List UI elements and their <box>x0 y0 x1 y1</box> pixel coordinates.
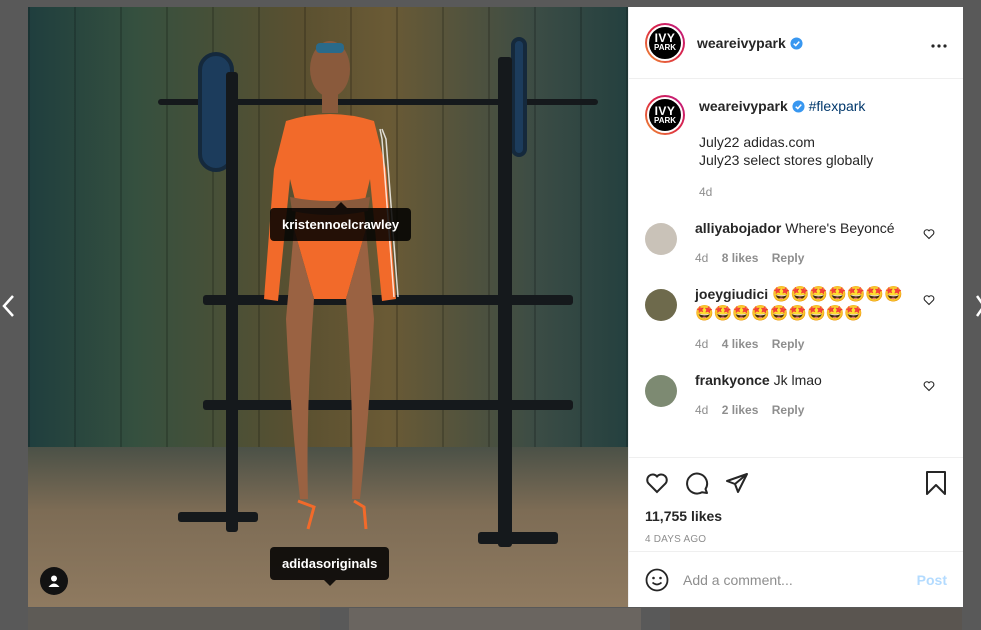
username-text: weareivypark <box>697 34 786 51</box>
emoji-icon <box>645 568 669 591</box>
logo-text: PARK <box>653 43 677 52</box>
rack-base <box>478 532 558 544</box>
comment-like-button[interactable] <box>923 293 935 311</box>
model-figure <box>264 41 399 530</box>
reply-button[interactable]: Reply <box>772 337 805 351</box>
comment-username-link[interactable]: frankyonce <box>695 372 770 388</box>
more-icon <box>931 44 947 48</box>
post-date: 4 DAYS AGO <box>645 534 707 545</box>
heart-icon <box>923 381 935 392</box>
avatar[interactable]: IVY PARK <box>645 22 685 63</box>
comment-likes-link[interactable]: 4 likes <box>722 337 759 351</box>
comment-likes-link[interactable]: 8 likes <box>722 251 759 265</box>
comment-input[interactable] <box>683 571 917 588</box>
username-link[interactable]: weareivypark <box>697 35 803 51</box>
comment-username-link[interactable]: alliyabojador <box>695 220 781 236</box>
background-thumbnail <box>670 608 962 630</box>
comment-timestamp: 4d <box>695 251 709 265</box>
post-modal: kristennoelcrawley adidasoriginals IVY P… <box>28 7 963 607</box>
logo-text: IVY <box>654 103 676 118</box>
photo-tag-kristennoelcrawley[interactable]: kristennoelcrawley <box>270 202 412 241</box>
add-comment-bar: Post <box>629 551 963 607</box>
caption-timestamp: 4d <box>699 185 713 199</box>
share-button[interactable] <box>725 471 749 495</box>
comment-like-button[interactable] <box>923 227 935 245</box>
verified-icon <box>790 36 803 50</box>
comment-icon <box>686 472 709 495</box>
reply-button[interactable]: Reply <box>772 403 805 417</box>
avatar[interactable] <box>645 375 677 407</box>
background-thumbnail <box>349 608 641 630</box>
comment: alliyabojador Where's Beyoncé 4d 8 likes… <box>645 219 947 267</box>
post-photo[interactable]: kristennoelcrawley adidasoriginals <box>28 7 628 607</box>
save-button[interactable] <box>925 471 947 495</box>
heart-icon <box>923 229 935 240</box>
bookmark-icon <box>926 471 946 495</box>
comment: frankyonce Jk lmao 4d 2 likes Reply <box>645 371 947 419</box>
ivy-park-logo: IVY PARK <box>647 24 683 61</box>
post-comment-button[interactable]: Post <box>917 572 947 588</box>
weight-plate <box>511 37 527 157</box>
chevron-right-icon <box>975 295 981 317</box>
avatar[interactable] <box>645 223 677 255</box>
share-icon <box>726 473 748 493</box>
prev-post-button[interactable] <box>0 292 16 320</box>
likes-count[interactable]: 11,755 likes <box>645 508 947 524</box>
comment: joeygiudici 🤩🤩🤩🤩🤩🤩🤩🤩🤩🤩🤩🤩🤩🤩🤩🤩 4d 4 likes … <box>645 285 947 353</box>
post-side-panel: IVY PARK weareivypark IVY PARK weareivyp… <box>628 7 963 607</box>
comment-button[interactable] <box>685 471 709 495</box>
avatar[interactable] <box>645 289 677 321</box>
comment-likes-link[interactable]: 2 likes <box>722 403 759 417</box>
heart-icon <box>923 295 935 306</box>
next-post-button[interactable] <box>972 292 981 320</box>
background-thumbnail <box>28 608 320 630</box>
post-actions: 11,755 likes 4 DAYS AGO <box>629 457 963 551</box>
more-options-button[interactable] <box>931 32 947 53</box>
comment-text: Where's Beyoncé <box>785 220 895 236</box>
reply-button[interactable]: Reply <box>772 251 805 265</box>
post-caption: IVY PARK weareivypark #flexpark July22 a… <box>645 95 947 201</box>
comments-list[interactable]: IVY PARK weareivypark #flexpark July22 a… <box>629 79 963 457</box>
like-button[interactable] <box>645 471 669 495</box>
comment-timestamp: 4d <box>695 403 709 417</box>
heart-icon <box>646 473 668 494</box>
logo-text: PARK <box>653 115 677 125</box>
comment-username-link[interactable]: joeygiudici <box>695 286 768 302</box>
avatar[interactable]: IVY PARK <box>645 95 685 135</box>
comment-like-button[interactable] <box>923 379 935 397</box>
user-tag-icon <box>48 575 60 587</box>
emoji-button[interactable] <box>645 568 669 592</box>
ivy-park-logo: IVY PARK <box>647 97 683 133</box>
hashtag-link[interactable]: #flexpark <box>809 98 866 114</box>
chevron-left-icon <box>2 295 14 317</box>
comment-timestamp: 4d <box>695 337 709 351</box>
caption-text: July22 adidas.com July23 select stores g… <box>699 134 874 168</box>
caption-username-link[interactable]: weareivypark <box>699 98 788 114</box>
comment-text: Jk lmao <box>773 372 822 388</box>
verified-icon <box>792 100 805 113</box>
post-header: IVY PARK weareivypark <box>629 7 963 79</box>
user-tags-button[interactable] <box>40 567 68 595</box>
photo-tag-adidasoriginals[interactable]: adidasoriginals <box>270 547 390 586</box>
